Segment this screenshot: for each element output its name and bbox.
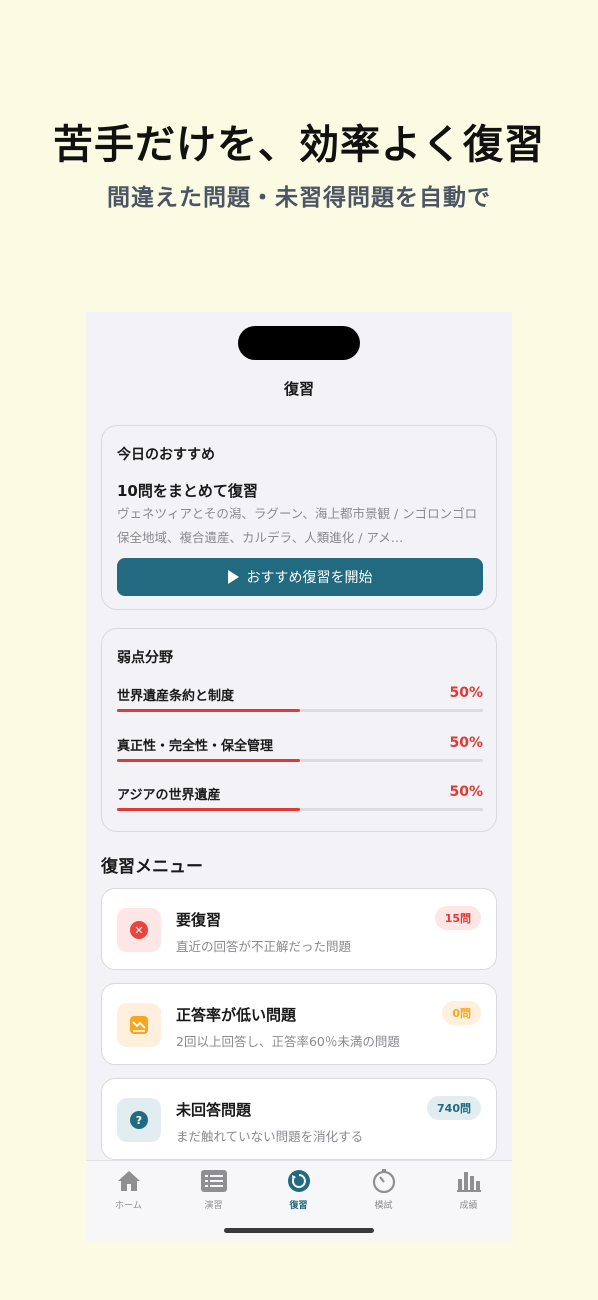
bar-chart-icon [455,1167,483,1195]
recommend-card: 今日のおすすめ 10問をまとめて復習 ヴェネツィアとその潟、ラグーン、海上都市景… [101,425,497,610]
weak-area-progress-track [117,759,483,762]
weak-area-row[interactable]: 世界遺産条約と制度 50% [117,685,483,721]
menu-icon-box: ? [117,1098,161,1142]
review-menu-title: 復習メニュー [101,857,203,877]
tab-results[interactable]: 成績 [426,1167,511,1213]
tab-home[interactable]: ホーム [86,1167,171,1213]
page-title: 復習 [283,380,314,398]
weak-area-percent: 50% [449,735,483,751]
promo-headline: 苦手だけを、効率よく復習 [53,122,545,168]
x-circle-icon: ✕ [130,921,148,939]
menu-icon-box [117,1003,161,1047]
weak-area-progress-track [117,709,483,712]
list-icon [200,1167,228,1195]
play-icon [227,570,239,584]
menu-icon-box: ✕ [117,908,161,952]
recommend-description: ヴェネツィアとその潟、ラグーン、海上都市景観 / ンゴロンゴロ保全地域、複合遺産… [117,506,478,545]
count-badge: 0問 [442,1001,481,1025]
menu-item-description: 2回以上回答し、正答率60％未満の問題 [176,1034,400,1049]
tab-label: 模試 [374,1201,393,1211]
tab-label: 復習 [289,1201,308,1211]
weak-areas-heading: 弱点分野 [117,650,173,666]
question-circle-icon: ? [130,1111,148,1129]
start-recommended-review-button[interactable]: おすすめ復習を開始 [117,558,483,596]
weak-area-progress-track [117,808,483,811]
menu-item-needs-review[interactable]: ✕ 要復習 直近の回答が不正解だった問題 15問 [101,888,497,970]
count-badge: 740問 [427,1096,481,1120]
chart-down-icon [130,1016,148,1034]
timer-icon [370,1167,398,1195]
count-badge: 15問 [434,906,481,930]
recommend-title: 10問をまとめて復習 [117,482,258,500]
tab-label: 演習 [204,1201,223,1211]
weak-area-row[interactable]: アジアの世界遺産 50% [117,784,483,820]
tab-practice[interactable]: 演習 [171,1167,256,1213]
phone-screen: 復習 今日のおすすめ 10問をまとめて復習 ヴェネツィアとその潟、ラグーン、海上… [86,312,512,1242]
weak-area-progress-fill [117,709,300,712]
tab-review[interactable]: 復習 [256,1167,341,1213]
tab-label: 成績 [459,1201,478,1211]
weak-area-percent: 50% [449,685,483,701]
weak-area-progress-fill [117,808,300,811]
menu-item-title: 未回答問題 [176,1101,252,1119]
home-indicator [224,1228,374,1233]
weak-area-percent: 50% [449,784,483,800]
recommend-heading: 今日のおすすめ [117,447,215,463]
promo-subline: 間違えた問題・未習得問題を自動で [107,185,491,211]
home-icon [115,1167,143,1195]
tab-label: ホーム [115,1201,142,1211]
review-icon [285,1167,313,1195]
weak-area-label: アジアの世界遺産 [117,788,221,803]
dynamic-island [238,326,360,360]
weak-area-label: 世界遺産条約と制度 [117,689,235,704]
menu-item-description: まだ触れていない問題を消化する [176,1129,364,1144]
start-button-label: おすすめ復習を開始 [246,570,373,586]
tab-mock-exam[interactable]: 模試 [341,1167,426,1213]
menu-item-title: 要復習 [176,911,222,929]
menu-item-unanswered[interactable]: ? 未回答問題 まだ触れていない問題を消化する 740問 [101,1078,497,1160]
weak-area-progress-fill [117,759,300,762]
weak-area-row[interactable]: 真正性・完全性・保全管理 50% [117,735,483,771]
menu-item-low-accuracy[interactable]: 正答率が低い問題 2回以上回答し、正答率60％未満の問題 0問 [101,983,497,1065]
menu-item-description: 直近の回答が不正解だった問題 [176,939,352,954]
menu-item-title: 正答率が低い問題 [176,1006,297,1024]
weak-area-label: 真正性・完全性・保全管理 [117,739,274,754]
weak-areas-card: 弱点分野 世界遺産条約と制度 50% 真正性・完全性・保全管理 50% アジアの… [101,628,497,832]
